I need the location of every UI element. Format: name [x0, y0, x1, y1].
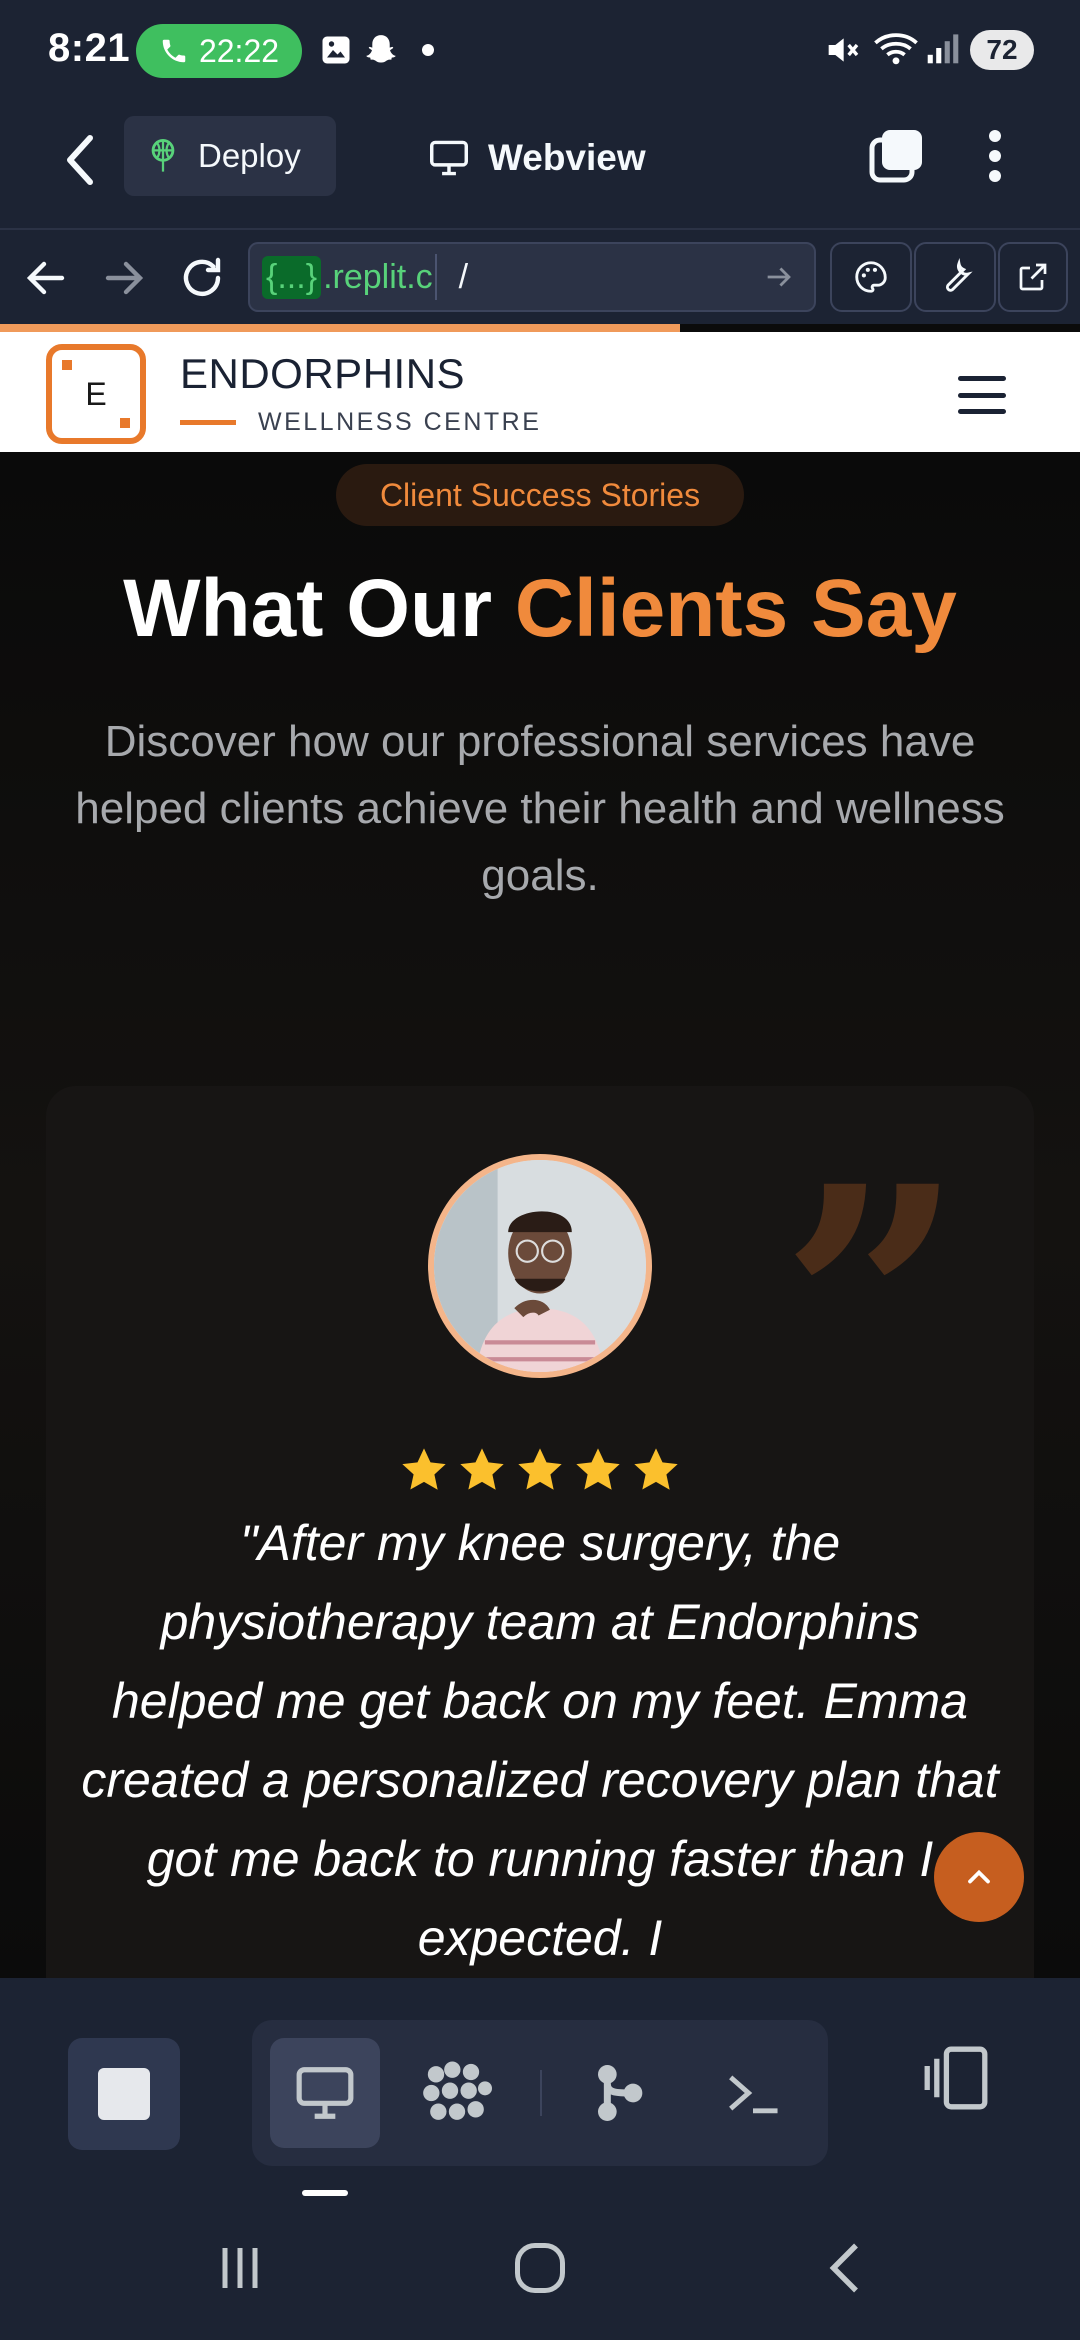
back-arrow-icon[interactable]	[56, 130, 104, 190]
recent-apps-icon[interactable]	[210, 2238, 270, 2298]
system-nav-bar	[0, 2198, 1080, 2340]
url-bar: {...} .replit.c /	[0, 232, 1080, 324]
active-tab-indicator	[302, 2190, 348, 2196]
more-options-icon[interactable]	[980, 126, 1010, 186]
testimonial-quote: "After my knee surgery, the physiotherap…	[81, 1515, 999, 1966]
go-arrow-icon[interactable]	[762, 260, 796, 294]
deploy-label: Deploy	[198, 137, 301, 174]
wrench-icon	[946, 258, 973, 292]
external-link-icon	[1019, 263, 1047, 291]
site-logo[interactable]: E	[46, 344, 146, 444]
brand-subtitle: WELLNESS CENTRE	[258, 408, 542, 436]
site-header: E ENDORPHINS WELLNESS CENTRE	[0, 332, 1080, 452]
snapchat-icon	[366, 35, 396, 63]
nav-forward-icon[interactable]	[100, 254, 148, 302]
reload-icon[interactable]	[178, 254, 226, 302]
nav-back-icon[interactable]	[22, 254, 70, 302]
scroll-to-top-button[interactable]	[934, 1832, 1024, 1922]
avatar-portrait-icon	[434, 1160, 646, 1372]
section-subtext: Discover how our professional services h…	[75, 717, 1005, 900]
phone-icon	[162, 39, 186, 63]
section-headline: What Our Clients Say	[0, 562, 1080, 656]
palette-icon	[855, 261, 887, 293]
logo-dot	[62, 360, 72, 370]
workspace-header: Deploy Webview	[0, 100, 1080, 230]
system-back-icon[interactable]	[816, 2238, 876, 2298]
signal-icon	[927, 34, 959, 64]
tabs-icon[interactable]	[866, 126, 926, 186]
brand-underline	[180, 420, 236, 425]
webview-tool-button[interactable]	[270, 2038, 380, 2148]
url-badge: {...}	[262, 255, 322, 299]
rating-stars	[398, 1444, 682, 1500]
gallery-icon	[322, 36, 350, 64]
webview-content: E ENDORPHINS WELLNESS CENTRE Client Succ…	[0, 324, 1080, 1978]
devtools-button[interactable]	[914, 242, 996, 312]
star-icon	[460, 1448, 504, 1490]
url-separator	[434, 254, 437, 300]
stop-icon	[98, 2068, 150, 2120]
headline-part1: What Our	[123, 563, 515, 654]
agent-icon	[423, 2061, 492, 2120]
home-icon[interactable]	[510, 2238, 570, 2298]
menu-icon[interactable]	[958, 376, 1006, 414]
section-pill: Client Success Stories	[336, 464, 744, 526]
monitor-icon	[430, 140, 468, 176]
url-path: /	[458, 257, 469, 296]
git-tool-button[interactable]	[564, 2038, 674, 2148]
notification-dot-icon	[422, 44, 434, 56]
tool-divider	[540, 2070, 542, 2116]
mute-icon	[828, 38, 859, 62]
url-host: .replit.c	[323, 257, 433, 296]
brand-name: ENDORPHINS	[180, 350, 466, 397]
logo-dot	[120, 418, 130, 428]
url-input[interactable]: {...} .replit.c /	[248, 242, 816, 312]
shell-tool-button[interactable]	[698, 2038, 808, 2148]
git-icon	[598, 2065, 643, 2121]
ongoing-call-pill[interactable]: 22:22	[136, 24, 302, 78]
star-icon	[634, 1448, 678, 1490]
battery-indicator: 72	[970, 30, 1034, 70]
workspace-toolbar	[0, 1978, 1080, 2198]
chevron-up-icon	[968, 1869, 990, 1884]
theme-button[interactable]	[830, 242, 912, 312]
webview-label: Webview	[488, 137, 646, 178]
open-external-button[interactable]	[998, 242, 1068, 312]
monitor-icon	[296, 2067, 354, 2119]
quote-mark-icon: ”	[780, 1118, 965, 1493]
logo-initial: E	[85, 375, 107, 412]
star-icon	[576, 1448, 620, 1490]
page-load-progress	[0, 324, 680, 332]
agent-tool-button[interactable]	[402, 2038, 512, 2148]
device-preview-icon[interactable]	[920, 2042, 992, 2114]
status-time: 8:21	[48, 26, 131, 70]
stop-button[interactable]	[68, 2038, 180, 2150]
headline-highlight: Clients Say	[514, 563, 957, 654]
terminal-icon	[729, 2075, 778, 2114]
webview-tab-title[interactable]: Webview	[428, 128, 646, 188]
status-bar: 8:21 22:22 72	[0, 0, 1080, 100]
tool-group	[252, 2020, 828, 2166]
client-avatar	[428, 1154, 652, 1378]
star-icon	[518, 1448, 562, 1490]
wifi-icon	[874, 33, 918, 65]
deploy-button[interactable]: Deploy	[124, 116, 336, 196]
screen: 8:21 22:22 72 Deploy Webview {...} .repl…	[0, 0, 1080, 2340]
deploy-icon	[151, 139, 175, 172]
star-icon	[402, 1448, 446, 1490]
call-duration: 22:22	[198, 32, 280, 69]
